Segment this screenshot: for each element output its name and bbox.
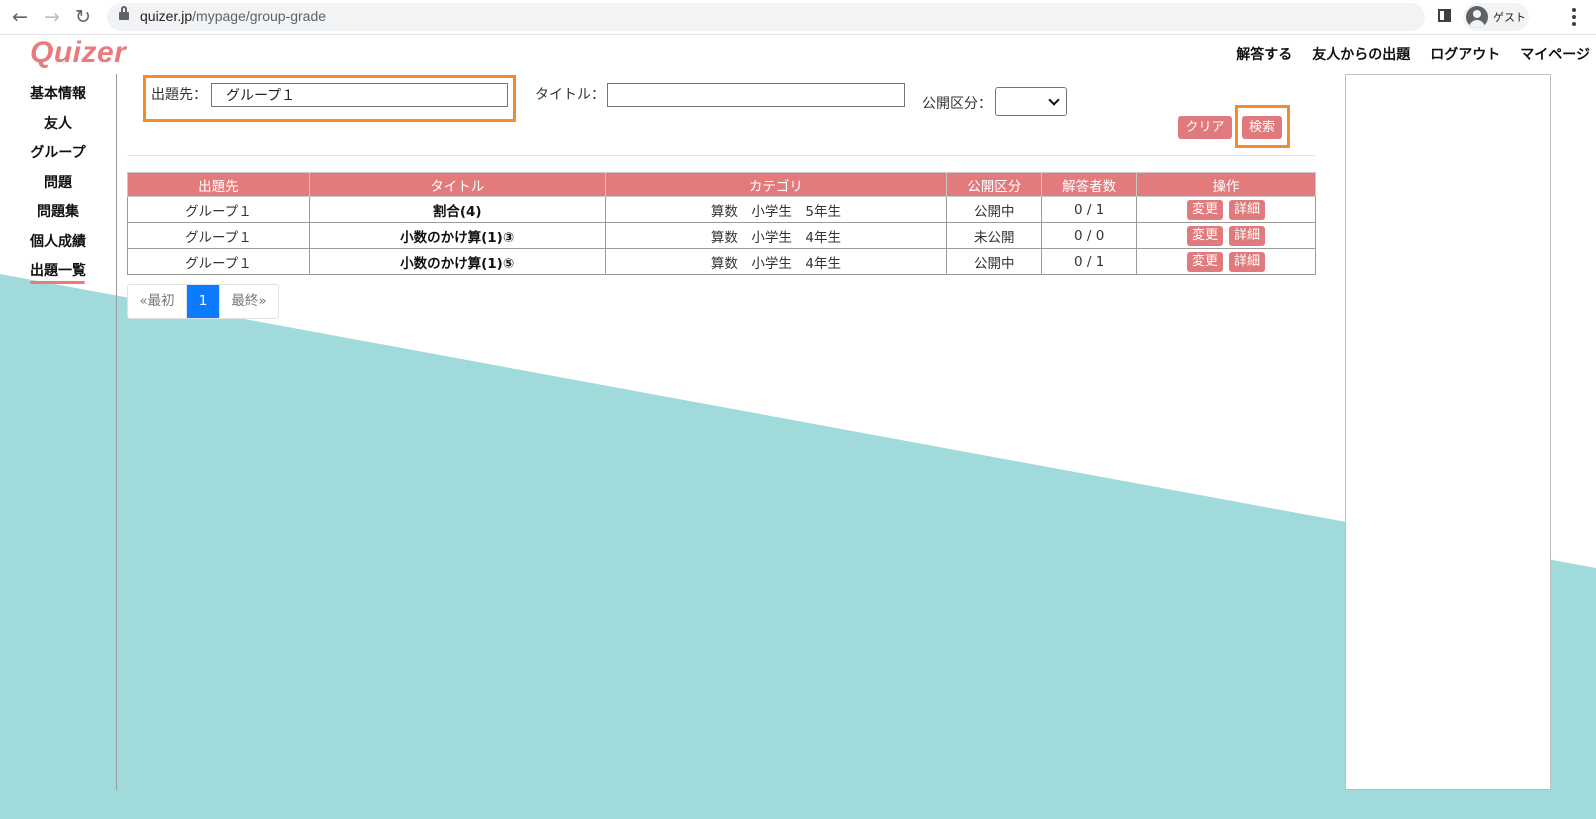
url-text: quizer.jp/mypage/group-grade [140,8,326,24]
browser-menu-icon[interactable] [1572,8,1576,26]
clear-button[interactable]: クリア [1178,116,1232,139]
nav-from-friends[interactable]: 友人からの出題 [1312,44,1410,64]
back-arrow-icon[interactable]: ← [8,5,32,29]
side-panel-icon[interactable] [1438,9,1451,22]
cell-actions: 変更 詳細 [1136,222,1316,249]
profile-avatar-icon [1466,6,1488,28]
header-respondents: 解答者数 [1041,172,1138,197]
pagination-last[interactable]: 最終» [219,285,278,318]
nav-answer[interactable]: 解答する [1236,44,1292,64]
visibility-label: 公開区分： [922,96,992,112]
cell-visibility: 公開中 [946,248,1043,275]
table-row: グループ１ 小数のかけ算(1)⑤ 算数 小学生 4年生 公開中 0 / 1 変更… [127,248,1316,275]
url-path: /mypage/group-grade [192,8,327,24]
target-label: 出題先： [151,87,207,103]
cell-title: 小数のかけ算(1)⑤ [308,248,606,275]
sidebar-item-assignment-list[interactable]: 出題一覧 [0,259,116,289]
sidebar-divider [116,74,117,790]
detail-button[interactable]: 詳細 [1229,251,1266,272]
sidebar-item-label: 出題一覧 [0,260,116,284]
cell-target: グループ１ [127,222,310,249]
header-target: 出題先 [127,172,310,197]
form-divider [127,155,1315,156]
table-row: グループ１ 小数のかけ算(1)③ 算数 小学生 4年生 未公開 0 / 0 変更… [127,222,1316,249]
browser-toolbar: ← → ↻ quizer.jp/mypage/group-grade ゲスト [0,0,1596,35]
cell-actions: 変更 詳細 [1136,196,1316,223]
header-category: カテゴリ [604,172,948,197]
sidebar-item-groups[interactable]: グループ [0,141,116,171]
chevron-down-icon [1048,94,1060,106]
cell-visibility: 未公開 [946,222,1043,249]
cell-respondents: 0 / 0 [1041,222,1138,249]
pagination-current-page[interactable]: 1 [187,285,219,318]
target-input[interactable] [211,83,508,107]
pagination: «最初 1 最終» [127,284,279,319]
sidebar-item-label: 友人 [44,115,72,132]
results-table: 出題先 タイトル カテゴリ 公開区分 解答者数 操作 グループ１ 割合(4) 算… [127,172,1316,275]
sidebar-item-personal-grades[interactable]: 個人成績 [0,230,116,260]
header-actions: 操作 [1136,172,1316,197]
cell-category: 算数 小学生 5年生 [604,196,948,223]
title-input[interactable] [607,83,905,107]
sidebar-item-question-sets[interactable]: 問題集 [0,200,116,230]
cell-actions: 変更 詳細 [1136,248,1316,275]
cell-respondents: 0 / 1 [1041,248,1138,275]
search-button[interactable]: 検索 [1242,116,1282,139]
pagination-first[interactable]: «最初 [128,285,187,318]
header-title: タイトル [308,172,606,197]
sidebar-item-label: 個人成績 [30,233,86,250]
edit-button[interactable]: 変更 [1187,199,1224,220]
site-logo[interactable]: Quizer [30,36,126,70]
table-row: グループ１ 割合(4) 算数 小学生 5年生 公開中 0 / 1 変更 詳細 [127,196,1316,223]
cell-visibility: 公開中 [946,196,1043,223]
right-ad-panel [1345,74,1551,790]
address-bar[interactable]: quizer.jp/mypage/group-grade [107,3,1425,31]
sidebar-item-questions[interactable]: 問題 [0,171,116,201]
header-visibility: 公開区分 [946,172,1043,197]
cell-title: 割合(4) [308,196,606,223]
nav-mypage[interactable]: マイページ [1520,44,1590,64]
sidebar-item-basic-info[interactable]: 基本情報 [0,82,116,112]
top-nav: 解答する 友人からの出題 ログアウト マイページ [1216,44,1590,64]
table-header-row: 出題先 タイトル カテゴリ 公開区分 解答者数 操作 [127,172,1316,197]
sidebar: 基本情報 友人 グループ 問題 問題集 個人成績 出題一覧 [0,82,116,289]
nav-logout[interactable]: ログアウト [1430,44,1500,64]
reload-icon[interactable]: ↻ [71,5,95,29]
profile-label: ゲスト [1493,11,1526,24]
detail-button[interactable]: 詳細 [1229,199,1266,220]
sidebar-item-label: 基本情報 [30,86,86,102]
cell-target: グループ１ [127,196,310,223]
cell-category: 算数 小学生 4年生 [604,248,948,275]
url-host: quizer.jp [140,8,193,24]
cell-respondents: 0 / 1 [1041,196,1138,223]
sidebar-item-label: 問題 [44,174,72,191]
visibility-select[interactable] [995,87,1067,116]
profile-button[interactable]: ゲスト [1463,3,1529,31]
sidebar-item-label: グループ [30,145,86,161]
cell-category: 算数 小学生 4年生 [604,222,948,249]
sidebar-item-label: 問題集 [37,204,79,220]
detail-button[interactable]: 詳細 [1229,225,1266,246]
cell-target: グループ１ [127,248,310,275]
edit-button[interactable]: 変更 [1187,251,1224,272]
sidebar-item-friends[interactable]: 友人 [0,112,116,142]
title-label: タイトル： [535,87,605,103]
lock-icon [119,6,129,20]
cell-title: 小数のかけ算(1)③ [308,222,606,249]
forward-arrow-icon[interactable]: → [40,5,64,29]
edit-button[interactable]: 変更 [1187,225,1224,246]
